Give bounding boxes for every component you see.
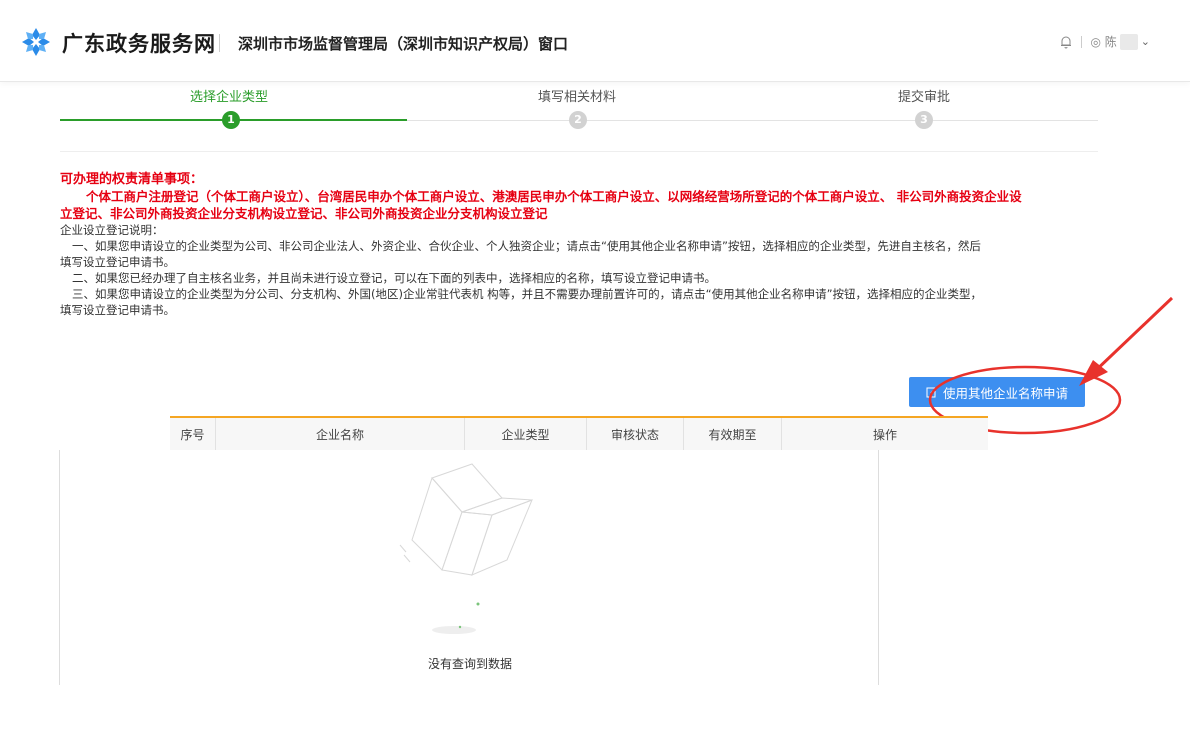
desc-item-2: 二、如果您已经办理了自主核名业务，并且尚未进行设立登记，可以在下面的列表中，选择… [72, 271, 716, 285]
step-2-dot: 2 [569, 111, 587, 129]
edit-icon [926, 387, 937, 398]
step-1-label: 选择企业类型 [190, 90, 269, 105]
step-3-label: 提交审批 [898, 90, 951, 105]
user-menu[interactable]: ◎ 陈 ⌄ [1090, 33, 1150, 50]
table-border-right [878, 450, 879, 685]
desc-item-1-cont: 填写设立登记申请书。 [60, 255, 175, 269]
desc-item-3: 三、如果您申请设立的企业类型为分公司、分支机构、外国(地区)企业常驻代表机 构等… [72, 287, 983, 301]
user-label: ◎ 陈 [1090, 35, 1117, 49]
use-other-name-label: 使用其他企业名称申请 [942, 385, 1068, 401]
col-header-expiry[interactable]: 有效期至 [684, 418, 782, 450]
col-header-status[interactable]: 审核状态 [587, 418, 684, 450]
header-separator [1081, 35, 1083, 48]
desc-title: 企业设立登记说明： [60, 223, 164, 237]
avatar [1119, 33, 1138, 50]
col-header-type[interactable]: 企业类型 [465, 418, 587, 450]
step-progress: 选择企业类型 填写相关材料 提交审批 1 2 3 [60, 82, 1098, 152]
step-1-dot: 1 [222, 111, 240, 129]
desc-item-3-cont: 填写设立登记申请书。 [60, 303, 175, 317]
notice-items-line1: 个体工商户注册登记（个体工商户设立）、台湾居民申办个体工商户设立、港澳居民申办个… [86, 189, 1022, 204]
annotation-arrow-line [1090, 296, 1174, 376]
col-header-name[interactable]: 企业名称 [216, 418, 465, 450]
header-user-area: ◎ 陈 ⌄ [1059, 33, 1150, 50]
page-root: 广东政务服务网 深圳市市场监督管理局（深圳市知识产权局）窗口 ◎ 陈 ⌄ 选择企… [0, 0, 1190, 737]
step-3-dot: 3 [915, 111, 933, 129]
top-header: 广东政务服务网 深圳市市场监督管理局（深圳市知识产权局）窗口 ◎ 陈 ⌄ [0, 0, 1190, 82]
table-border-left [59, 450, 60, 685]
col-header-index[interactable]: 序号 [170, 418, 216, 450]
header-divider [219, 34, 220, 52]
empty-message: 没有查询到数据 [427, 657, 512, 671]
table-header: 序号 企业名称 企业类型 审核状态 有效期至 操作 [170, 416, 988, 450]
step-line-inactive [407, 120, 1098, 121]
bell-icon[interactable] [1059, 35, 1073, 49]
site-logo-icon[interactable] [20, 26, 52, 58]
use-other-name-button[interactable]: 使用其他企业名称申请 [909, 377, 1085, 407]
desc-item-1: 一、如果您申请设立的企业类型为公司、非公司企业法人、外资企业、合伙企业、个人独资… [72, 239, 981, 253]
notice-title: 可办理的权责清单事项： [60, 172, 204, 187]
step-2-label: 填写相关材料 [538, 90, 617, 105]
notice-items-line2: 立登记、非公司外商投资企业分支机构设立登记、非公司外商投资企业分支机构设立登记 [60, 206, 548, 221]
empty-box-icon [399, 463, 533, 634]
chevron-down-icon[interactable]: ⌄ [1141, 35, 1150, 48]
notice-section: 可办理的权责清单事项： 个体工商户注册登记（个体工商户设立）、台湾居民申办个体工… [60, 172, 1100, 318]
col-header-actions[interactable]: 操作 [782, 418, 988, 450]
window-title: 深圳市市场监督管理局（深圳市知识产权局）窗口 [238, 35, 569, 53]
site-name[interactable]: 广东政务服务网 [62, 28, 216, 58]
